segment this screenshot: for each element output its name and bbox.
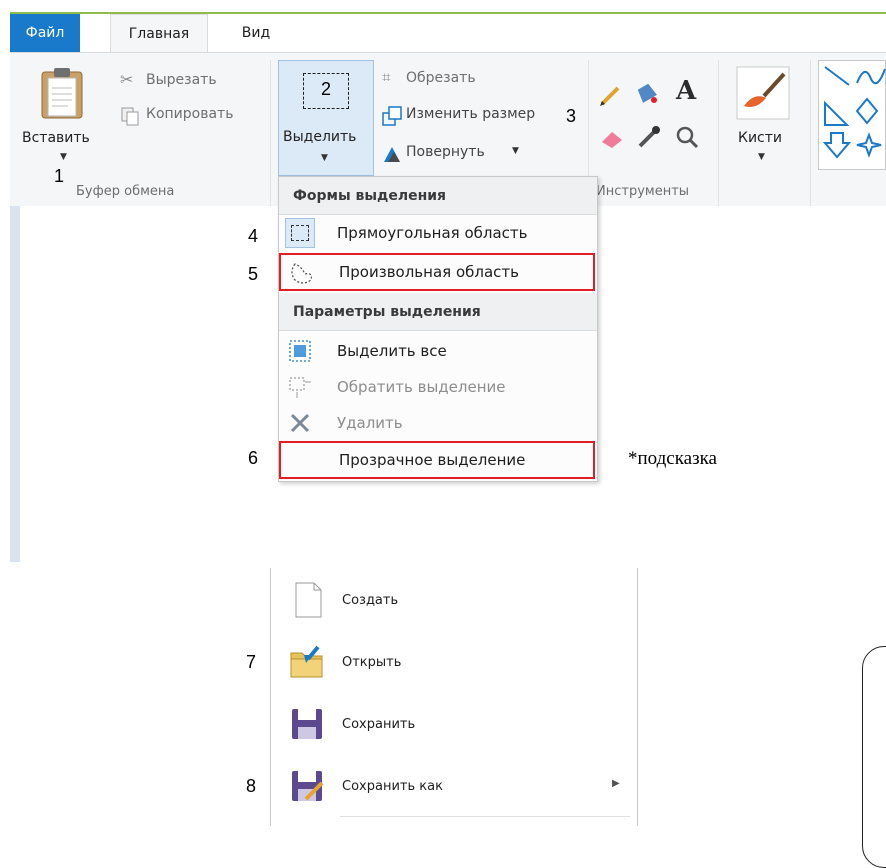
shapes-gallery[interactable] [818,60,886,170]
rotate-label: Повернуть [406,144,485,160]
invert-selection-icon [289,377,311,398]
eraser-icon[interactable] [598,128,626,150]
file-menu-save[interactable]: Сохранить [270,694,636,754]
callout-3: 3 [566,106,577,126]
cut-label: Вырезать [146,72,217,88]
selection-dropdown: Формы выделения Прямоугольная область Пр… [278,176,598,482]
save-as-icon [292,771,324,801]
chevron-down-icon: ▼ [60,152,67,162]
select-all-icon [289,340,311,362]
menu-item-freeform-selection[interactable]: Произвольная область [279,253,595,291]
scissors-icon: ✂ [120,70,134,89]
file-menu-save-as[interactable]: Сохранить как ▶ [270,756,636,816]
clipboard-group-label: Буфер обмена [76,184,175,199]
open-label: Открыть [342,654,402,670]
chevron-down-icon: ▼ [321,153,328,163]
shapes-header: Формы выделения [279,177,597,215]
brushes-button[interactable]: Кисти ▼ [724,62,802,180]
magnifier-icon[interactable] [674,124,700,150]
cut-button[interactable]: ✂ Вырезать [118,70,248,94]
copy-label: Копировать [146,106,234,122]
color-picker-icon[interactable] [636,124,662,150]
chevron-down-icon: ▼ [512,146,519,156]
tab-home[interactable]: Главная [110,14,208,53]
rotate-button[interactable]: Повернуть ▼ [380,142,530,166]
select-label: Выделить [283,129,357,145]
chevron-down-icon: ▼ [758,152,765,162]
copy-icon [121,107,139,126]
brushes-label: Кисти [738,130,782,146]
open-folder-icon [290,645,323,678]
pencil-icon[interactable] [598,82,624,108]
callout-6: 6 [248,448,259,468]
tab-file[interactable]: Файл [10,14,80,52]
callout-bubble-shape [862,646,886,868]
save-as-label: Сохранить как [342,778,443,794]
new-label: Создать [342,592,399,608]
resize-label: Изменить размер [406,106,536,122]
menu-item-delete-selection[interactable]: Удалить [279,405,597,441]
options-header: Параметры выделения [279,293,597,331]
callout-5: 5 [248,264,259,284]
invert-selection-label: Обратить выделение [337,378,506,396]
save-label: Сохранить [342,716,416,732]
tab-view[interactable]: Вид [230,14,282,52]
delete-icon [290,413,310,433]
file-menu-open[interactable]: Открыть [270,632,636,692]
crop-icon: ⌗ [382,68,391,86]
select-all-label: Выделить все [337,342,447,360]
submenu-arrow-icon: ▶ [612,778,620,789]
menu-item-invert-selection[interactable]: Обратить выделение [279,369,597,405]
menu-item-rect-selection[interactable]: Прямоугольная область [279,215,597,251]
menu-divider [340,816,630,817]
resize-button[interactable]: Изменить размер [380,104,560,128]
paste-label: Вставить [22,130,90,146]
shapes-icon [822,66,886,159]
hint-text: *подсказка [628,448,717,469]
delete-selection-label: Удалить [337,414,403,432]
callout-4: 4 [248,226,259,246]
rect-selection-icon [285,218,315,248]
transparent-selection-label: Прозрачное выделение [339,451,526,469]
tools-group: A [596,74,716,164]
crop-button[interactable]: ⌗ Обрезать [380,68,520,92]
tools-group-label: Инструменты [596,184,690,199]
resize-icon [382,106,402,126]
callout-7: 7 [246,652,257,672]
canvas-edge [10,206,20,562]
freeform-selection-label: Произвольная область [339,263,519,281]
rotate-icon [384,147,400,162]
callout-1: 1 [54,166,65,186]
callout-8: 8 [246,776,257,796]
save-icon [292,709,322,739]
select-button[interactable]: 2 Выделить ▼ [278,60,374,176]
crop-label: Обрезать [406,70,476,86]
text-tool-icon[interactable]: A [676,76,696,106]
copy-button[interactable]: Копировать [118,104,268,128]
paste-button[interactable]: Вставить ▼ [18,62,110,180]
clipboard-icon [41,68,83,119]
freeform-selection-icon [291,263,313,284]
file-menu-new[interactable]: Создать [270,570,636,630]
menu-item-transparent-selection[interactable]: Прозрачное выделение [279,441,595,479]
rect-selection-label: Прямоугольная область [337,224,528,242]
new-document-icon [295,582,322,618]
brush-icon [736,66,790,120]
fill-bucket-icon[interactable] [632,78,660,106]
menu-item-select-all[interactable]: Выделить все [279,333,597,369]
callout-2: 2 [321,79,332,99]
